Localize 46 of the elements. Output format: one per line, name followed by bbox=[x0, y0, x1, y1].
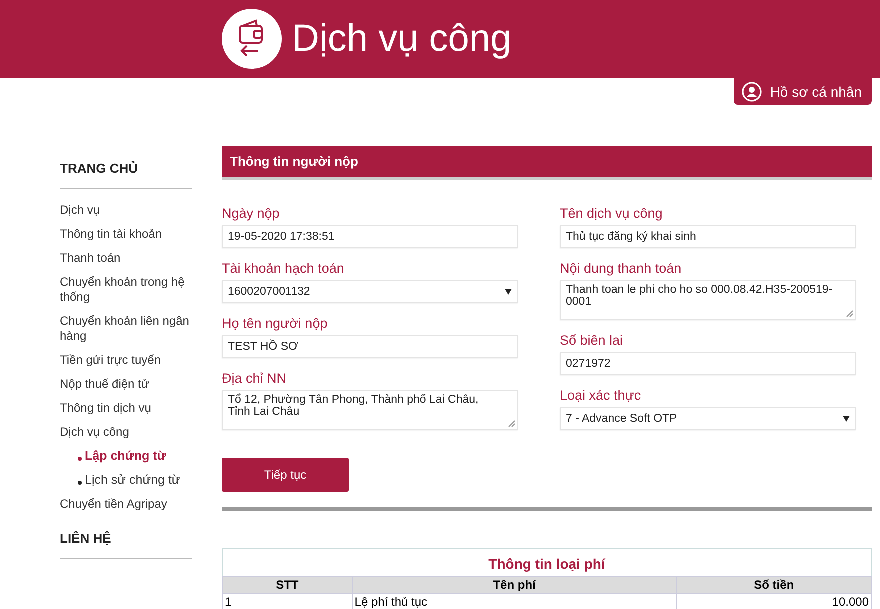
field-label: Ngày nộp bbox=[222, 206, 281, 221]
input-field[interactable]: 19-05-2020 17:38:51 bbox=[222, 225, 518, 248]
column-header: Tên phí bbox=[352, 576, 677, 594]
column-header: STT bbox=[222, 576, 352, 594]
sidebar-item[interactable]: Tiền gửi trực tuyến bbox=[60, 353, 192, 368]
field-label: Tên dịch vụ công bbox=[560, 206, 664, 221]
sidebar-item[interactable]: Dịch vụ công bbox=[60, 425, 192, 440]
resize-grip-icon bbox=[846, 310, 853, 317]
sidebar-heading[interactable]: TRANG CHỦ bbox=[60, 155, 192, 189]
column-header: Số tiền bbox=[676, 576, 872, 594]
profile-button[interactable]: Hồ sơ cá nhân bbox=[734, 78, 872, 105]
section-header: Thông tin người nộp bbox=[222, 146, 872, 180]
input-field[interactable]: 0271972 bbox=[560, 352, 856, 375]
text-area[interactable]: Thanh toan le phi cho ho so 000.08.42.H35-200519-0001 bbox=[560, 280, 856, 320]
dropdown-field[interactable]: 7 - Advance Soft OTP bbox=[560, 407, 856, 430]
text-area[interactable]: Tổ 12, Phường Tân Phong, Thành phố Lai Châu, Tỉnh Lai Châu bbox=[222, 390, 518, 430]
continue-button[interactable]: Tiếp tục bbox=[222, 458, 349, 492]
sidebar-item[interactable]: Chuyển khoản liên ngân hàng bbox=[60, 314, 192, 344]
sidebar-item[interactable]: Thông tin tài khoản bbox=[60, 227, 192, 242]
sidebar-item[interactable]: Nộp thuế điện tử bbox=[60, 377, 192, 392]
user-icon bbox=[742, 82, 762, 102]
field-label: Địa chỉ NN bbox=[222, 371, 288, 386]
caret-icon bbox=[505, 288, 512, 294]
dropdown-field[interactable]: 1600207001132 bbox=[222, 280, 518, 303]
field-label: Nội dung thanh toán bbox=[560, 261, 683, 276]
sidebar-item[interactable]: Chuyển khoản trong hệ thống bbox=[60, 275, 192, 305]
sidebar-item[interactable]: Dịch vụ bbox=[60, 203, 192, 218]
field-label: Số biên lai bbox=[560, 333, 624, 348]
resize-grip-icon bbox=[508, 420, 515, 427]
sidebar-item[interactable]: Thông tin dịch vụ bbox=[60, 401, 192, 416]
app-title: Dịch vụ công bbox=[292, 18, 512, 60]
wallet-logo-icon bbox=[222, 9, 282, 69]
sidebar-item[interactable]: Chuyển tiền Agripay bbox=[60, 497, 192, 512]
bullet-icon bbox=[78, 480, 82, 484]
table-cell: 1 bbox=[222, 594, 352, 609]
input-field[interactable]: Thủ tục đăng ký khai sinh bbox=[560, 225, 856, 248]
field-label: Họ tên người nộp bbox=[222, 316, 329, 331]
sidebar-subitem[interactable]: Lập chứng từ bbox=[78, 449, 192, 464]
caret-icon bbox=[843, 416, 850, 422]
field-label: Loại xác thực bbox=[560, 388, 642, 403]
sidebar-subitem[interactable]: Lịch sử chứng từ bbox=[78, 473, 192, 488]
input-field[interactable]: TEST HỒ SƠ bbox=[222, 335, 518, 358]
sidebar-heading[interactable]: LIÊN HỆ bbox=[60, 521, 192, 559]
sidebar-item[interactable]: Thanh toán bbox=[60, 251, 192, 266]
bullet-icon bbox=[78, 456, 82, 460]
field-label: Tài khoản hạch toán bbox=[222, 261, 346, 276]
